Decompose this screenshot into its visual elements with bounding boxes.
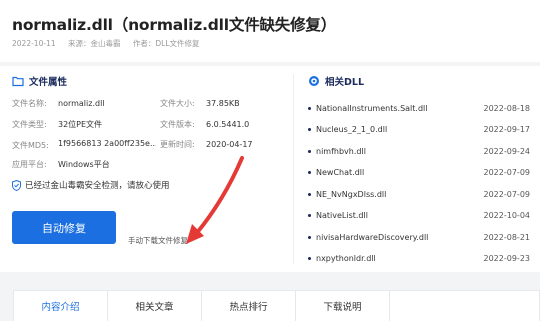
file-type-value: 32位PE文件 bbox=[58, 120, 103, 129]
dll-name[interactable]: NationalInstruments.Salt.dll bbox=[316, 104, 470, 113]
file-type-label: 文件类型: bbox=[12, 120, 47, 129]
file-attrs-heading: 文件属性 bbox=[12, 74, 67, 88]
file-card: 文件属性 文件名称: normaliz.dll 文件大小: 37.85KB 文件类型… bbox=[0, 66, 540, 272]
file-size-label: 文件大小: bbox=[160, 99, 195, 108]
source-label: 来源：金山毒霸 bbox=[67, 39, 121, 48]
dll-list-item[interactable]: nxpythonldr.dll 2022-09-23 bbox=[308, 253, 530, 265]
bullet-icon bbox=[308, 192, 311, 196]
auto-fix-button[interactable]: 自动修复 bbox=[12, 211, 116, 244]
dll-date: 2022-09-23 bbox=[483, 254, 531, 263]
dll-date: 2022-07-09 bbox=[483, 168, 531, 177]
security-notice-text: 已经过金山毒霸安全检测，请放心使用 bbox=[25, 181, 170, 191]
file-version-label: 文件版本: bbox=[160, 120, 195, 129]
page-title: normaliz.dll（normaliz.dll文件缺失修复） bbox=[12, 16, 336, 34]
article-meta: 2022-10-11 来源：金山毒霸 作者：DLL文件修复 bbox=[12, 38, 210, 49]
bullet-icon bbox=[308, 149, 311, 153]
target-icon bbox=[309, 76, 319, 86]
tab-related-articles[interactable]: 相关文章 bbox=[108, 291, 202, 321]
dll-name[interactable]: NE_NvNgxDlss.dll bbox=[316, 190, 470, 199]
content-tabs: 内容介绍 相关文章 热点排行 下载说明 bbox=[13, 290, 540, 321]
file-size-value: 37.85KB bbox=[206, 99, 240, 108]
bullet-icon bbox=[308, 128, 311, 131]
dll-list-item[interactable]: NativeList.dll 2022-10-04 bbox=[308, 210, 530, 222]
file-attrs-heading-label: 文件属性 bbox=[29, 77, 68, 88]
dll-date: 2022-08-18 bbox=[483, 103, 531, 113]
dll-date: 2022-08-21 bbox=[483, 232, 531, 242]
bullet-icon bbox=[308, 235, 311, 239]
security-notice: 已经过金山毒霸安全检测，请放心使用 bbox=[12, 179, 170, 191]
bullet-icon bbox=[308, 106, 311, 110]
update-time-label: 更新时间: bbox=[160, 140, 195, 149]
dll-name[interactable]: NewChat.dll bbox=[316, 168, 470, 177]
dll-date: 2022-09-17 bbox=[483, 125, 531, 134]
dll-date: 2022-09-24 bbox=[483, 146, 531, 156]
dll-list-item[interactable]: nivisaHardwareDiscovery.dll 2022-08-21 bbox=[308, 231, 530, 243]
platform-row: 应用平台: Windows平台 bbox=[12, 159, 110, 170]
file-size-row: 文件大小: 37.85KB bbox=[160, 98, 240, 109]
file-md5-label: 文件MD5: bbox=[12, 141, 49, 150]
tab-download-notes[interactable]: 下载说明 bbox=[296, 291, 390, 321]
dll-name[interactable]: nivisaHardwareDiscovery.dll bbox=[316, 233, 470, 242]
tab-content-intro[interactable]: 内容介绍 bbox=[14, 291, 108, 321]
platform-value: Windows平台 bbox=[58, 160, 110, 169]
file-name-label: 文件名称: bbox=[12, 99, 47, 108]
related-dll-heading-label: 相关DLL bbox=[325, 77, 364, 88]
dll-list-item[interactable]: NE_NvNgxDlss.dll 2022-07-09 bbox=[308, 188, 530, 200]
dll-list-item[interactable]: NewChat.dll 2022-07-09 bbox=[308, 167, 530, 179]
related-dll-heading: 相关DLL bbox=[308, 74, 364, 88]
dll-date: 2022-10-04 bbox=[483, 211, 531, 220]
author-label: 作者：DLL文件修复 bbox=[132, 39, 200, 48]
folder-icon bbox=[12, 76, 24, 87]
manual-download-link[interactable]: 手动下载文件修复 bbox=[128, 235, 188, 246]
file-type-row: 文件类型: 32位PE文件 bbox=[12, 119, 102, 130]
update-time-value: 2020-04-17 bbox=[206, 140, 253, 149]
shield-icon bbox=[12, 179, 21, 191]
publish-date: 2022-10-11 bbox=[12, 39, 56, 48]
platform-label: 应用平台: bbox=[12, 160, 47, 169]
red-arrow-annotation bbox=[186, 156, 244, 244]
dll-list-item[interactable]: nimfhbvh.dll 2022-09-24 bbox=[308, 145, 530, 157]
update-time-row: 更新时间: 2020-04-17 bbox=[160, 139, 253, 150]
file-name-row: 文件名称: normaliz.dll bbox=[12, 98, 105, 109]
dll-name[interactable]: NativeList.dll bbox=[316, 211, 470, 220]
bullet-icon bbox=[308, 171, 311, 174]
column-divider bbox=[293, 74, 294, 264]
tab-hot-ranking[interactable]: 热点排行 bbox=[202, 291, 296, 321]
file-version-row: 文件版本: 6.0.5441.0 bbox=[160, 119, 249, 130]
file-md5-value: 1f9566813 2a00ff235e... bbox=[58, 139, 156, 148]
dll-name[interactable]: Nucleus_2_1_0.dll bbox=[316, 125, 470, 134]
file-name-value: normaliz.dll bbox=[58, 99, 105, 108]
page-header: normaliz.dll（normaliz.dll文件缺失修复） 2022-10… bbox=[0, 0, 540, 62]
dll-date: 2022-07-09 bbox=[483, 189, 531, 199]
file-version-value: 6.0.5441.0 bbox=[206, 120, 250, 129]
dll-list-item[interactable]: NationalInstruments.Salt.dll 2022-08-18 bbox=[308, 102, 530, 114]
bullet-icon bbox=[308, 214, 311, 217]
dll-name[interactable]: nxpythonldr.dll bbox=[316, 254, 470, 263]
dll-list-item[interactable]: Nucleus_2_1_0.dll 2022-09-17 bbox=[308, 124, 530, 136]
file-md5-row: 文件MD5: 1f9566813 2a00ff235e... bbox=[12, 139, 156, 151]
dll-name[interactable]: nimfhbvh.dll bbox=[316, 147, 470, 156]
bullet-icon bbox=[308, 257, 311, 260]
